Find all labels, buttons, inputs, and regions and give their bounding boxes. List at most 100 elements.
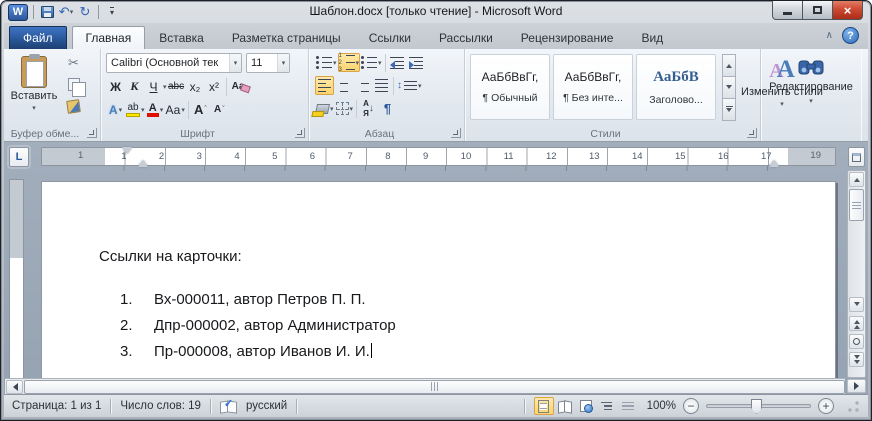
italic-button[interactable]: К (125, 77, 144, 96)
scroll-down-button[interactable] (849, 297, 864, 312)
list-item[interactable]: 2. Дпр-000002, автор Администратор (120, 312, 396, 338)
style-gallery-more-button[interactable] (722, 98, 736, 121)
page-indicator[interactable]: Страница: 1 из 1 (12, 400, 101, 412)
editing-button[interactable]: Редактирование ▾ (765, 51, 857, 137)
font-dialog-launcher[interactable] (295, 128, 305, 138)
ruler-toggle-button[interactable] (848, 147, 865, 167)
highlight-button[interactable]: ab▾ (125, 100, 146, 119)
shading-button[interactable]: ▾ (315, 99, 335, 118)
font-name-dropdown-arrow[interactable]: ▾ (229, 54, 241, 72)
horizontal-scrollbar[interactable] (5, 378, 845, 394)
spellcheck-icon[interactable]: ✓ (220, 400, 237, 412)
grow-font-button[interactable]: Аˆ (191, 100, 210, 119)
font-size-dropdown-arrow[interactable]: ▾ (277, 54, 289, 72)
zoom-in-button[interactable]: + (818, 398, 834, 414)
bold-button[interactable]: Ж (106, 77, 125, 96)
paste-dropdown-arrow[interactable]: ▾ (32, 104, 36, 112)
paste-button[interactable]: Вставить ▾ (10, 51, 58, 125)
scroll-left-button[interactable] (6, 380, 23, 394)
font-size-combo[interactable]: 11 ▾ (246, 53, 290, 73)
font-name-combo[interactable]: Calibri (Основной тек ▾ (106, 53, 242, 73)
zoom-slider-track[interactable] (706, 404, 811, 408)
strikethrough-button[interactable]: abc (167, 77, 186, 96)
style-no-spacing[interactable]: АаБбВвГг, ¶ Без инте... (553, 54, 633, 120)
shrink-font-button[interactable]: Аˇ (210, 100, 229, 119)
tab-stop-selector[interactable]: L (9, 147, 29, 167)
subscript-button[interactable]: x₂ (186, 77, 205, 96)
tab-view[interactable]: Вид (627, 26, 677, 49)
vertical-ruler[interactable] (9, 179, 24, 394)
style-scroll-up-button[interactable] (722, 54, 736, 77)
print-layout-view-button[interactable] (534, 397, 554, 415)
bullets-button[interactable]: ▾ (315, 53, 338, 72)
tab-mailings[interactable]: Рассылки (425, 26, 507, 49)
format-painter-button[interactable] (64, 97, 83, 116)
list-item[interactable]: 1. Вх-000011, автор Петров П. П. (120, 286, 396, 312)
clipboard-dialog-launcher[interactable] (87, 128, 97, 138)
style-heading1[interactable]: АаБбВ Заголово... (636, 54, 716, 120)
paragraph-dialog-launcher[interactable] (451, 128, 461, 138)
maximize-button[interactable] (802, 1, 833, 20)
previous-page-button[interactable] (849, 316, 864, 331)
vertical-scroll-thumb[interactable] (849, 189, 864, 221)
draft-view-button[interactable] (618, 397, 638, 415)
resize-grip[interactable] (847, 400, 860, 413)
copy-button[interactable] (64, 75, 83, 94)
borders-button[interactable]: ▾ (335, 99, 355, 118)
redo-button[interactable]: ↻ (77, 3, 93, 21)
vertical-scrollbar[interactable] (847, 170, 866, 378)
underline-button[interactable]: Ч (144, 77, 163, 96)
document-heading[interactable]: Ссылки на карточки: (99, 248, 242, 265)
align-left-button[interactable] (315, 76, 334, 95)
collapse-ribbon-button[interactable]: ∧ (826, 30, 833, 41)
align-right-button[interactable] (353, 76, 372, 95)
zoom-slider-thumb[interactable] (751, 399, 762, 414)
font-color-button[interactable]: А▾ (146, 100, 165, 119)
zoom-level[interactable]: 100% (647, 400, 676, 412)
decrease-indent-button[interactable] (388, 53, 407, 72)
align-center-button[interactable] (334, 76, 353, 95)
list-item[interactable]: 3. Пр-000008, автор Иванов И. И. (120, 338, 396, 364)
scroll-up-button[interactable] (849, 172, 864, 187)
select-browse-object-button[interactable] (849, 334, 864, 349)
undo-button[interactable]: ↶▾ (58, 3, 74, 21)
web-layout-view-button[interactable] (576, 397, 596, 415)
show-marks-button[interactable]: ¶ (378, 99, 397, 118)
justify-button[interactable] (372, 76, 391, 95)
tab-page-layout[interactable]: Разметка страницы (218, 26, 355, 49)
tab-home[interactable]: Главная (72, 26, 146, 49)
next-page-button[interactable] (849, 352, 864, 367)
minimize-button[interactable] (772, 1, 803, 20)
clear-formatting-button[interactable]: Аа (229, 77, 248, 96)
zoom-out-button[interactable]: − (683, 398, 699, 414)
undo-dropdown-arrow[interactable]: ▾ (70, 8, 74, 16)
tab-references[interactable]: Ссылки (355, 26, 425, 49)
scroll-right-button[interactable] (847, 379, 866, 393)
style-scroll-down-button[interactable] (722, 76, 736, 99)
numbering-button[interactable]: 123 ▾ (338, 53, 361, 72)
word-count[interactable]: Число слов: 19 (120, 400, 201, 412)
customize-qat-button[interactable]: ▾ (104, 3, 120, 21)
word-logo-icon[interactable]: W (8, 4, 28, 21)
horizontal-ruler[interactable]: 1 1234567891011121314151617 19 (41, 147, 836, 166)
text-effects-button[interactable]: А▾ (106, 100, 125, 119)
outline-view-button[interactable] (597, 397, 617, 415)
tab-file[interactable]: Файл (9, 26, 67, 49)
change-case-button[interactable]: Аа▾ (165, 100, 186, 119)
underline-dropdown-arrow[interactable]: ▾ (163, 83, 167, 91)
help-button[interactable]: ? (842, 27, 859, 44)
style-normal[interactable]: АаБбВвГг, ¶ Обычный (470, 54, 550, 120)
document-page[interactable]: Ссылки на карточки: 1. Вх-000011, автор … (41, 181, 836, 392)
close-button[interactable]: × (832, 1, 863, 20)
fullscreen-reading-view-button[interactable] (555, 397, 575, 415)
increase-indent-button[interactable] (407, 53, 426, 72)
superscript-button[interactable]: x² (205, 77, 224, 96)
tab-insert[interactable]: Вставка (145, 26, 218, 49)
line-spacing-button[interactable]: ↕▾ (396, 76, 423, 95)
save-button[interactable] (39, 3, 55, 21)
title-bar[interactable]: Шаблон.docx [только чтение] - Microsoft … (1, 1, 871, 23)
first-line-indent-marker[interactable] (122, 147, 132, 159)
multilevel-list-button[interactable]: ▾ (360, 53, 383, 72)
language-indicator[interactable]: русский (246, 400, 287, 412)
cut-button[interactable]: ✂ (64, 53, 83, 72)
